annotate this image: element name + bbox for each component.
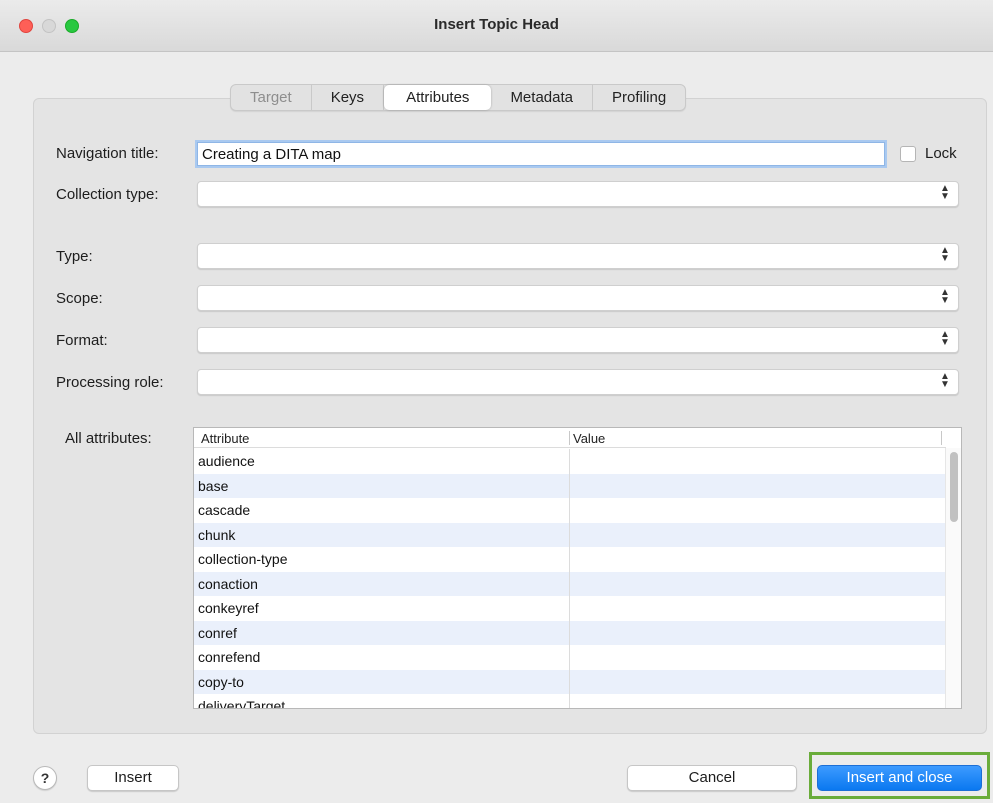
attribute-name-cell: collection-type xyxy=(198,551,288,567)
column-header-attribute[interactable]: Attribute xyxy=(201,431,249,446)
up-down-chevron-icon: ▲ ▼ xyxy=(940,245,950,264)
table-row[interactable]: conref xyxy=(194,620,946,645)
insert-button[interactable]: Insert xyxy=(87,765,179,791)
navigation-title-input[interactable] xyxy=(197,142,885,166)
column-divider[interactable] xyxy=(941,431,942,445)
cancel-button[interactable]: Cancel xyxy=(627,765,797,791)
table-row[interactable]: audience xyxy=(194,449,946,474)
attribute-value-cell[interactable] xyxy=(569,571,570,596)
title-bar[interactable]: Insert Topic Head xyxy=(0,0,993,52)
insert-topic-head-dialog: Insert Topic Head Target Keys Attributes… xyxy=(0,0,993,803)
navigation-title-label: Navigation title: xyxy=(56,145,159,162)
type-label: Type: xyxy=(56,248,93,265)
column-header-value[interactable]: Value xyxy=(573,431,605,446)
attribute-value-cell[interactable] xyxy=(569,473,570,498)
up-down-chevron-icon: ▲ ▼ xyxy=(940,287,950,306)
attributes-table[interactable]: Attribute Value audience base cascade ch… xyxy=(193,427,962,709)
up-down-chevron-icon: ▲ ▼ xyxy=(940,183,950,202)
attribute-value-cell[interactable] xyxy=(569,620,570,645)
attribute-name-cell: cascade xyxy=(198,502,251,518)
all-attributes-label: All attributes: xyxy=(65,430,152,447)
attribute-value-cell[interactable] xyxy=(569,645,570,670)
attribute-name-cell: base xyxy=(198,477,229,494)
scope-label: Scope: xyxy=(56,290,103,307)
attribute-name-cell: audience xyxy=(198,453,255,469)
format-label: Format: xyxy=(56,332,108,349)
tab-metadata[interactable]: Metadata xyxy=(491,85,593,110)
tab-attributes[interactable]: Attributes xyxy=(384,85,492,110)
attribute-value-cell[interactable] xyxy=(569,547,570,572)
tab-keys[interactable]: Keys xyxy=(312,85,385,110)
attribute-value-cell[interactable] xyxy=(569,449,570,474)
attribute-name-cell: conref xyxy=(198,624,237,641)
tab-target[interactable]: Target xyxy=(231,85,312,110)
format-select[interactable]: ▲ ▼ xyxy=(197,327,959,353)
processing-role-select[interactable]: ▲ ▼ xyxy=(197,369,959,395)
table-row[interactable]: conrefend xyxy=(194,645,946,670)
help-button[interactable]: ? xyxy=(33,766,57,790)
tab-bar: Target Keys Attributes Metadata Profilin… xyxy=(230,84,687,111)
lock-checkbox[interactable] xyxy=(900,146,916,162)
attribute-name-cell: conaction xyxy=(198,575,258,592)
scrollbar-thumb[interactable] xyxy=(950,452,958,522)
table-header: Attribute Value xyxy=(194,428,946,448)
vertical-scrollbar[interactable] xyxy=(945,448,961,708)
tab-profiling[interactable]: Profiling xyxy=(593,85,685,110)
table-body: audience base cascade chunk collection-t… xyxy=(194,449,946,709)
table-row[interactable]: deliveryTarget xyxy=(194,694,946,709)
table-row[interactable]: copy-to xyxy=(194,669,946,694)
up-down-chevron-icon: ▲ ▼ xyxy=(940,371,950,390)
attribute-value-cell[interactable] xyxy=(569,498,570,523)
insert-and-close-button[interactable]: Insert and close xyxy=(817,765,982,791)
attribute-name-cell: deliveryTarget xyxy=(198,698,286,709)
table-row[interactable]: conkeyref xyxy=(194,596,946,621)
scope-select[interactable]: ▲ ▼ xyxy=(197,285,959,311)
table-row[interactable]: base xyxy=(194,473,946,498)
attribute-name-cell: conkeyref xyxy=(198,600,259,616)
type-select[interactable]: ▲ ▼ xyxy=(197,243,959,269)
attribute-name-cell: copy-to xyxy=(198,673,244,690)
attribute-value-cell[interactable] xyxy=(569,669,570,694)
column-divider[interactable] xyxy=(569,431,570,445)
attribute-name-cell: conrefend xyxy=(198,649,261,665)
attribute-name-cell: chunk xyxy=(198,526,236,543)
table-row[interactable]: chunk xyxy=(194,522,946,547)
attribute-value-cell[interactable] xyxy=(569,694,570,708)
collection-type-label: Collection type: xyxy=(56,186,159,203)
processing-role-label: Processing role: xyxy=(56,374,164,391)
table-row[interactable]: collection-type xyxy=(194,547,946,572)
lock-label: Lock xyxy=(925,145,957,162)
attribute-value-cell[interactable] xyxy=(569,522,570,547)
table-row[interactable]: cascade xyxy=(194,498,946,523)
window-title: Insert Topic Head xyxy=(434,16,559,33)
up-down-chevron-icon: ▲ ▼ xyxy=(940,329,950,348)
attribute-value-cell[interactable] xyxy=(569,596,570,621)
table-row[interactable]: conaction xyxy=(194,571,946,596)
collection-type-select[interactable]: ▲ ▼ xyxy=(197,181,959,207)
